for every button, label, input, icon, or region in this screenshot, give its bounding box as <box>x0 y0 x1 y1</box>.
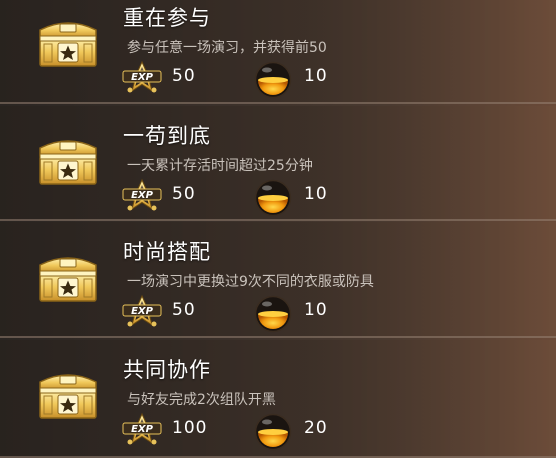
task-title: 时尚搭配 <box>123 240 211 264</box>
task-row[interactable]: 共同协作 与好友完成2次组队开黑 EXP 100 20 <box>0 340 556 458</box>
exp-badge-text: EXP <box>131 306 154 317</box>
exp-badge-icon: EXP <box>122 60 162 93</box>
task-list: 重在参与 参与任意一场演习，并获得前50 EXP 50 10 一苟到底 一天累计… <box>0 0 556 458</box>
orange-coin-icon <box>254 61 292 99</box>
exp-badge-text: EXP <box>131 72 154 83</box>
task-description: 与好友完成2次组队开黑 <box>127 392 276 408</box>
orange-coin-icon <box>254 295 292 333</box>
exp-reward-value: 50 <box>172 184 196 204</box>
exp-reward-value: 100 <box>172 418 208 438</box>
coin-reward-value: 10 <box>304 300 328 320</box>
treasure-chest-icon <box>39 22 97 67</box>
orange-coin-icon <box>254 179 292 217</box>
task-row[interactable]: 一苟到底 一天累计存活时间超过25分钟 EXP 50 10 <box>0 106 556 221</box>
orange-coin-icon <box>254 413 292 451</box>
exp-badge-icon: EXP <box>122 294 162 327</box>
coin-reward-value: 10 <box>304 66 328 86</box>
task-row[interactable]: 时尚搭配 一场演习中更换过9次不同的衣服或防具 EXP 50 10 <box>0 222 556 338</box>
task-title: 共同协作 <box>123 358 211 382</box>
task-row[interactable]: 重在参与 参与任意一场演习，并获得前50 EXP 50 10 <box>0 0 556 104</box>
task-title: 一苟到底 <box>123 124 211 148</box>
task-description: 参与任意一场演习，并获得前50 <box>127 40 327 56</box>
exp-badge-icon: EXP <box>122 178 162 211</box>
coin-reward-value: 10 <box>304 184 328 204</box>
exp-badge-text: EXP <box>131 190 154 201</box>
exp-reward-value: 50 <box>172 300 196 320</box>
treasure-chest-icon <box>39 140 97 185</box>
exp-reward-value: 50 <box>172 66 196 86</box>
treasure-chest-icon <box>39 257 97 302</box>
exp-badge-text: EXP <box>131 424 154 435</box>
task-title: 重在参与 <box>123 6 211 30</box>
coin-reward-value: 20 <box>304 418 328 438</box>
treasure-chest-icon <box>39 374 97 419</box>
task-description: 一天累计存活时间超过25分钟 <box>127 158 313 174</box>
task-description: 一场演习中更换过9次不同的衣服或防具 <box>127 274 374 290</box>
exp-badge-icon: EXP <box>122 412 162 445</box>
